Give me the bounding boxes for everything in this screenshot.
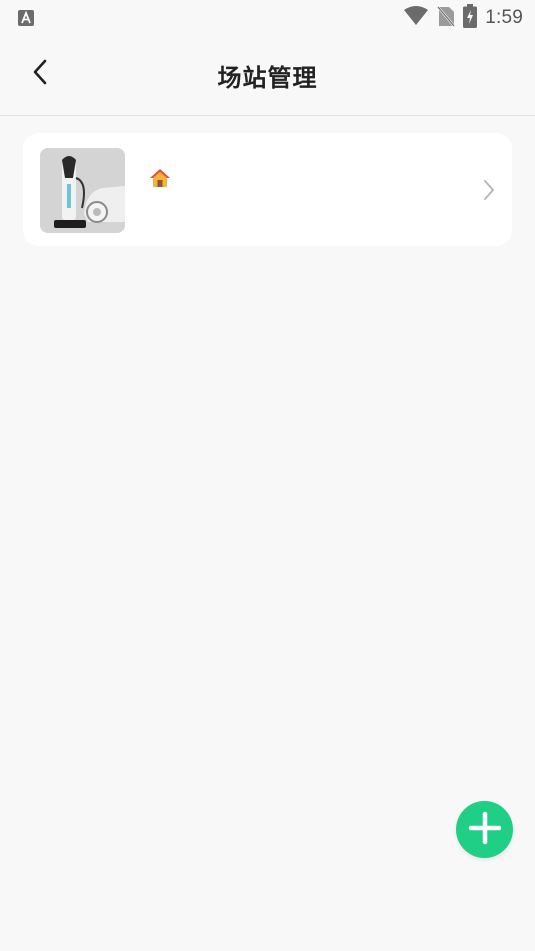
a-notification-icon <box>18 10 34 26</box>
charging-station-image <box>40 148 125 233</box>
plus-icon <box>468 811 502 849</box>
status-time: 1:59 <box>485 7 523 28</box>
wifi-icon <box>403 6 429 30</box>
add-station-button[interactable] <box>456 801 513 858</box>
page-title: 场站管理 <box>217 64 318 92</box>
battery-charging-icon <box>463 4 478 32</box>
no-sim-icon <box>437 5 456 31</box>
station-list-item[interactable] <box>23 133 512 246</box>
home-icon <box>149 168 170 188</box>
header: 场站管理 <box>0 36 535 116</box>
station-thumbnail <box>40 148 125 233</box>
chevron-right-icon <box>482 179 496 201</box>
status-icons: 1:59 <box>403 4 523 32</box>
status-bar: 1:59 <box>0 0 535 36</box>
